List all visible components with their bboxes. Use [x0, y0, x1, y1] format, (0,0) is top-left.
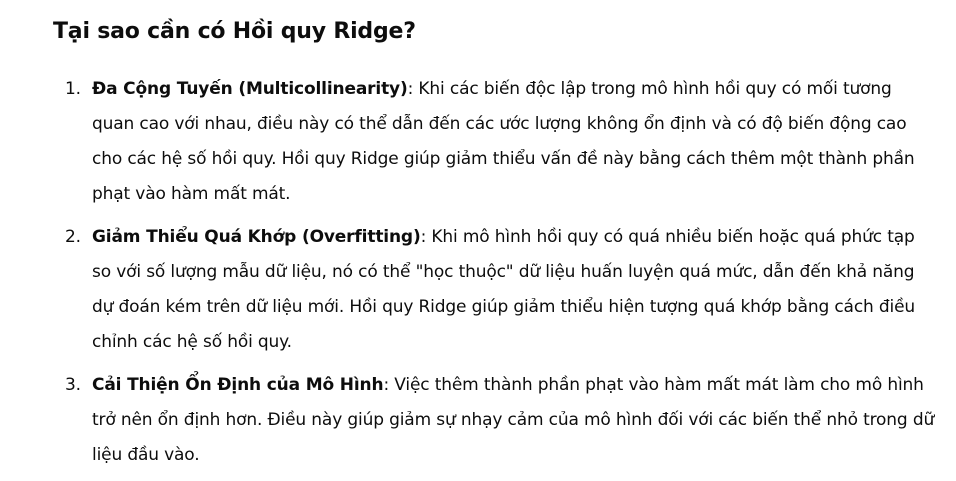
list-item-term: Đa Cộng Tuyến (Multicollinearity) — [92, 79, 408, 99]
list-item-number: 3. — [65, 375, 81, 395]
list-item: 3. Cải Thiện Ổn Định của Mô Hình: Việc th… — [53, 368, 936, 473]
list-item-term: Giảm Thiểu Quá Khớp (Overfitting) — [92, 227, 421, 247]
list-item-term: Cải Thiện Ổn Định của Mô Hình — [92, 375, 384, 395]
reasons-list: 1. Đa Cộng Tuyến (Multicollinearity): Khi… — [53, 72, 936, 473]
section-heading: Tại sao cần có Hồi quy Ridge? — [53, 19, 416, 44]
article: Tại sao cần có Hồi quy Ridge? 1. Đa Cộng … — [0, 0, 956, 481]
list-item-number: 2. — [65, 227, 81, 247]
list-item: 2. Giảm Thiểu Quá Khớp (Overfitting): Khi… — [53, 220, 936, 360]
list-item: 1. Đa Cộng Tuyến (Multicollinearity): Khi… — [53, 72, 936, 212]
list-item-number: 1. — [65, 79, 81, 99]
